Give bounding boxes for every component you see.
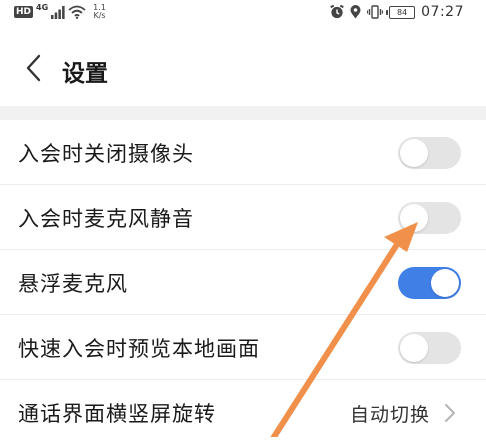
network-type: 4G: [36, 3, 49, 12]
alarm-icon: [330, 5, 344, 19]
signal-icon: [51, 5, 65, 19]
battery-icon: 84: [386, 5, 416, 19]
location-icon: [350, 5, 361, 19]
setting-label: 入会时麦克风静音: [18, 207, 194, 231]
status-right: 84 07:27: [330, 3, 464, 21]
page-title: 设置: [62, 61, 108, 87]
section-divider: [0, 106, 486, 120]
setting-row-mic-mute[interactable]: 入会时麦克风静音: [0, 185, 486, 250]
chevron-right-icon: [445, 404, 455, 422]
setting-label: 快速入会时预览本地画面: [18, 337, 260, 361]
chevron-left-icon[interactable]: [22, 53, 46, 83]
setting-label: 入会时关闭摄像头: [18, 142, 194, 166]
toggle-knob: [400, 139, 428, 167]
floating-mic-toggle[interactable]: [398, 267, 461, 299]
setting-row-screen-rotation[interactable]: 通话界面横竖屏旋转 自动切换: [0, 380, 486, 445]
network-speed: 1.1 K/s: [93, 4, 106, 20]
setting-row-floating-mic[interactable]: 悬浮麦克风: [0, 250, 486, 315]
preview-local-toggle[interactable]: [398, 332, 461, 364]
mic-mute-toggle[interactable]: [398, 202, 461, 234]
toggle-knob: [400, 334, 428, 362]
setting-row-preview-local[interactable]: 快速入会时预览本地画面: [0, 315, 486, 380]
toggle-knob: [431, 269, 459, 297]
setting-label: 悬浮麦克风: [18, 272, 128, 296]
wifi-icon: [68, 5, 86, 19]
clock: 07:27: [421, 4, 464, 20]
status-bar: HD 4G 1.1 K/s 84 07:27: [0, 0, 486, 26]
screen-rotation-value: 自动切换: [349, 404, 430, 426]
toggle-knob: [400, 204, 428, 232]
settings-list: 入会时关闭摄像头 入会时麦克风静音 悬浮麦克风 快速入会时预览本地画面 通话界面…: [0, 120, 486, 445]
app-header: 设置: [0, 26, 486, 106]
vibrate-icon: [367, 5, 384, 19]
network-speed-unit: K/s: [93, 11, 106, 20]
status-left: HD 4G 1.1 K/s: [14, 3, 106, 21]
setting-label: 通话界面横竖屏旋转: [18, 402, 216, 426]
setting-row-camera-off[interactable]: 入会时关闭摄像头: [0, 120, 486, 185]
camera-off-toggle[interactable]: [398, 137, 461, 169]
hd-badge: HD: [14, 6, 34, 18]
